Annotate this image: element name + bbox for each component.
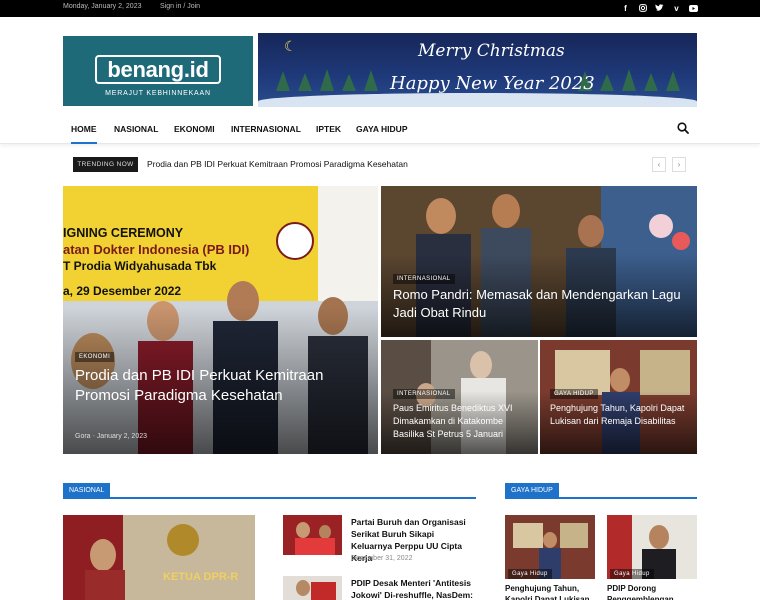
nasional-item-thumb[interactable] <box>283 576 342 600</box>
post-date: January 2, 2023 <box>96 433 147 440</box>
category-tag[interactable]: INTERNASIONAL <box>393 274 455 284</box>
photo-caption-line-4: a, 29 Desember 2022 <box>63 284 182 298</box>
featured-bottom-left-title[interactable]: Paus Emiritus Benediktus XVI Dimakamkan … <box>393 402 533 441</box>
site-logo[interactable]: benang.id MERAJUT KEBHINNEKAAN <box>63 36 253 106</box>
top-bar: Monday, January 2, 2023 Sign in / Join f… <box>0 0 760 17</box>
category-tag[interactable]: INTERNASIONAL <box>393 389 455 399</box>
instagram-icon[interactable] <box>638 2 647 14</box>
moon-icon: ☾ <box>284 38 297 54</box>
banner-line-2: Happy New Year 2023 <box>390 73 595 94</box>
nav-item-ekonomi[interactable]: EKONOMI <box>174 124 215 134</box>
category-tag[interactable]: Gaya Hidup <box>610 569 654 579</box>
vimeo-icon[interactable]: v <box>672 2 681 14</box>
featured-top-right-title[interactable]: Romo Pandri: Memasak dan Mendengarkan La… <box>393 286 683 322</box>
current-date: Monday, January 2, 2023 <box>63 3 142 10</box>
trending-title[interactable]: Prodia dan PB IDI Perkuat Kemitraan Prom… <box>147 159 408 169</box>
twitter-icon[interactable] <box>655 2 664 14</box>
nav-item-iptek[interactable]: IPTEK <box>316 124 341 134</box>
trending-prev-button[interactable]: ‹ <box>652 157 666 172</box>
featured-top-right-article[interactable]: INTERNASIONAL Romo Pandri: Memasak dan M… <box>381 186 697 337</box>
logo-wordmark: benang.id <box>95 55 221 84</box>
category-tag[interactable]: Gaya Hidup <box>508 569 552 579</box>
nasional-item-photo <box>283 576 342 600</box>
section-divider <box>63 497 476 499</box>
featured-bottom-right-article[interactable]: GAYA HIDUP Penghujung Tahun, Kapolri Dap… <box>540 340 697 454</box>
category-tag[interactable]: EKONOMI <box>75 352 115 362</box>
nasional-item-date: December 31, 2022 <box>351 555 413 562</box>
photo-caption-line-1: IGNING CEREMONY <box>63 226 184 240</box>
gaya-hidup-item-title[interactable]: PDIP Dorong Penggemblengan <box>607 583 699 600</box>
gaya-hidup-item-thumb[interactable]: Gaya Hidup <box>505 515 595 579</box>
chevron-left-icon: ‹ <box>657 160 661 169</box>
trending-badge: TRENDING NOW <box>73 157 138 172</box>
logo-tagline: MERAJUT KEBHINNEKAAN <box>105 90 211 97</box>
chevron-right-icon: › <box>677 160 681 169</box>
nasional-item-thumb[interactable] <box>283 515 342 555</box>
section-label-nasional[interactable]: NASIONAL <box>63 483 111 498</box>
nav-item-home[interactable]: HOME <box>71 124 97 144</box>
nasional-photo-text: KETUA DPR-R <box>163 571 239 583</box>
nasional-lead-photo <box>63 515 255 600</box>
nav-item-nasional[interactable]: NASIONAL <box>114 124 158 134</box>
facebook-icon[interactable]: f <box>621 2 630 14</box>
social-links: f v <box>621 2 698 14</box>
photo-caption-line-2: atan Dokter Indonesia (PB IDI) <box>63 242 250 257</box>
nasional-item-photo <box>283 515 342 555</box>
photo-caption-line-3: T Prodia Widyahusada Tbk <box>63 259 217 273</box>
section-divider <box>505 497 697 499</box>
main-navigation: HOME NASIONAL EKONOMI INTERNASIONAL IPTE… <box>0 116 760 144</box>
banner-line-1: Merry Christmas <box>418 41 565 61</box>
nasional-lead-image[interactable]: KETUA DPR-R <box>63 515 255 600</box>
nasional-item-title[interactable]: PDIP Desak Menteri 'Antitesis Jokowi' Di… <box>351 577 476 600</box>
section-label-gaya-hidup[interactable]: GAYA HIDUP <box>505 483 559 498</box>
nav-item-internasional[interactable]: INTERNASIONAL <box>231 124 301 134</box>
author-name[interactable]: Gora <box>75 433 91 440</box>
featured-bottom-left-article[interactable]: INTERNASIONAL Paus Emiritus Benediktus X… <box>381 340 538 454</box>
trending-next-button[interactable]: › <box>672 157 686 172</box>
holiday-banner[interactable]: ☾ Merry Christmas Happy New Year 2023 <box>258 33 697 107</box>
category-tag[interactable]: GAYA HIDUP <box>550 389 598 399</box>
featured-bottom-right-title[interactable]: Penghujung Tahun, Kapolri Dapat Lukisan … <box>550 402 690 428</box>
featured-main-article[interactable]: IGNING CEREMONY atan Dokter Indonesia (P… <box>63 186 378 454</box>
nav-item-gaya-hidup[interactable]: GAYA HIDUP <box>356 124 408 134</box>
featured-main-title[interactable]: Prodia dan PB IDI Perkuat Kemitraan Prom… <box>75 366 325 406</box>
snow-ground <box>258 93 697 107</box>
gaya-hidup-item-thumb[interactable]: Gaya Hidup <box>607 515 697 579</box>
search-icon[interactable] <box>677 122 689 134</box>
signin-link[interactable]: Sign in / Join <box>160 3 200 10</box>
gaya-hidup-item-title[interactable]: Penghujung Tahun, Kapolri Dapat Lukisan … <box>505 583 597 600</box>
youtube-icon[interactable] <box>689 2 698 14</box>
featured-main-meta: Gora - January 2, 2023 <box>75 433 147 440</box>
